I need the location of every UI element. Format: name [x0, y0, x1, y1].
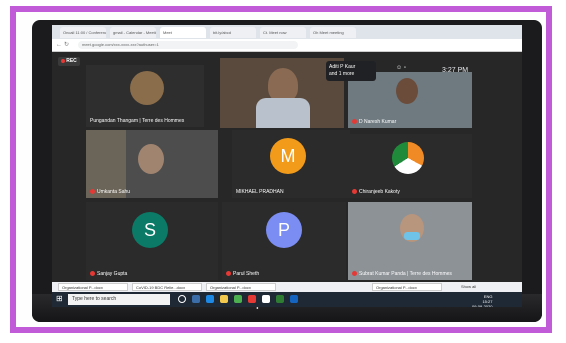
windows-taskbar: ⊞ Type here to search ENG 15:27 09-09-20…: [52, 292, 522, 307]
file-explorer-icon[interactable]: [220, 295, 228, 303]
word-icon[interactable]: [290, 295, 298, 303]
participant-name: Sanjay Gupta: [90, 271, 127, 277]
participant-tile[interactable]: Chiranjeeb Kakoty: [348, 134, 472, 198]
participant-tile[interactable]: P Parul Sheth: [222, 202, 346, 280]
taskbar-search[interactable]: Type here to search: [68, 294, 170, 305]
join-notification[interactable]: Aditi P Kaur and 1 more: [326, 61, 376, 81]
participant-name: Chiranjeeb Kakoty: [352, 189, 400, 195]
download-item[interactable]: CoVID-19 BDC Relie...docx: [132, 283, 202, 291]
face-mask: [404, 232, 420, 240]
meet-clock: 3:27 PM: [442, 67, 469, 74]
task-view-icon[interactable]: [192, 295, 200, 303]
reload-icon[interactable]: ↻: [64, 42, 70, 48]
notice-line: and 1 more: [329, 71, 355, 77]
tab-strip: Oncall 11:00 / Conference gmail - Calend…: [52, 25, 522, 39]
windows-start-icon[interactable]: ⊞: [56, 295, 64, 303]
laptop-screen: Oncall 11:00 / Conference gmail - Calend…: [52, 25, 522, 307]
participant-shirt: [256, 98, 310, 128]
download-item[interactable]: Organizational P...docx: [58, 283, 128, 291]
browser-tab[interactable]: bit.ly/abcd: [210, 27, 256, 38]
people-icon[interactable]: ☺: [396, 65, 402, 71]
participant-name: D Naresh Kumar: [352, 119, 396, 125]
notice-line: Aditi P Kaur: [329, 64, 356, 70]
url-field[interactable]: meet.google.com/xxx-xxxx-xxx?authuser=1: [78, 41, 298, 49]
participant-avatar: S: [132, 212, 168, 248]
cortana-icon[interactable]: [178, 295, 186, 303]
mail-icon[interactable]: [248, 295, 256, 303]
participant-name: Parul Sheth: [226, 271, 259, 277]
participant-face: [138, 144, 164, 174]
meet-top-icons: ☺ ▫: [396, 65, 406, 71]
background-shelf: [86, 130, 126, 198]
system-tray: ENG 15:27 09-09-2020: [472, 294, 492, 307]
recording-badge: REC: [58, 57, 80, 66]
participant-photo: [130, 71, 164, 105]
downloads-bar: Organizational P...docx CoVID-19 BDC Rel…: [52, 282, 522, 292]
browser-tab[interactable]: Meet: [160, 27, 206, 38]
browser-tab[interactable]: Oh Meet meeting: [310, 27, 356, 38]
participant-avatar: M: [270, 138, 306, 174]
participant-name: MIKHAEL PRADHAN: [236, 189, 284, 195]
participant-face: [268, 68, 298, 102]
address-bar-row: ← ↻ meet.google.com/xxx-xxxx-xxx?authuse…: [52, 39, 522, 52]
participant-tile[interactable]: Pungandan Thangam | Terre des Hommes: [86, 65, 204, 127]
browser-tab[interactable]: Ct. Meet now: [260, 27, 306, 38]
participant-tile[interactable]: S Sanjay Gupta: [86, 202, 218, 280]
chat-icon[interactable]: ▫: [404, 65, 406, 71]
excel-icon[interactable]: [276, 295, 284, 303]
rec-label: REC: [66, 58, 77, 64]
browser-tab[interactable]: gmail - Calendar - Meeting: [110, 27, 156, 38]
participant-tile[interactable]: Umkanta Sahu: [86, 130, 218, 198]
participant-name: Subrat Kumar Panda | Terre des Hommes: [352, 271, 452, 277]
edge-icon[interactable]: [206, 295, 214, 303]
tray-date: 09-09-2020: [472, 304, 493, 307]
store-icon[interactable]: [234, 295, 242, 303]
participant-avatar: P: [266, 212, 302, 248]
india-flag-avatar: [392, 142, 424, 174]
show-all-link[interactable]: Show all: [458, 283, 498, 291]
participant-tile[interactable]: M MIKHAEL PRADHAN: [232, 130, 350, 198]
participant-tile[interactable]: Subrat Kumar Panda | Terre des Hommes: [348, 202, 472, 280]
download-item[interactable]: Organizational P...docx: [372, 283, 442, 291]
back-icon[interactable]: ←: [56, 42, 62, 48]
participant-face: [396, 78, 418, 104]
download-item[interactable]: Organizational P...docx: [206, 283, 276, 291]
browser-tab[interactable]: Oncall 11:00 / Conference: [60, 27, 106, 38]
participant-name: Umkanta Sahu: [90, 189, 130, 195]
meet-grid: REC Pungandan Thangam | Terre des Hommes…: [52, 52, 522, 282]
chrome-icon[interactable]: [262, 295, 270, 303]
participant-name: Pungandan Thangam | Terre des Hommes: [90, 118, 185, 124]
